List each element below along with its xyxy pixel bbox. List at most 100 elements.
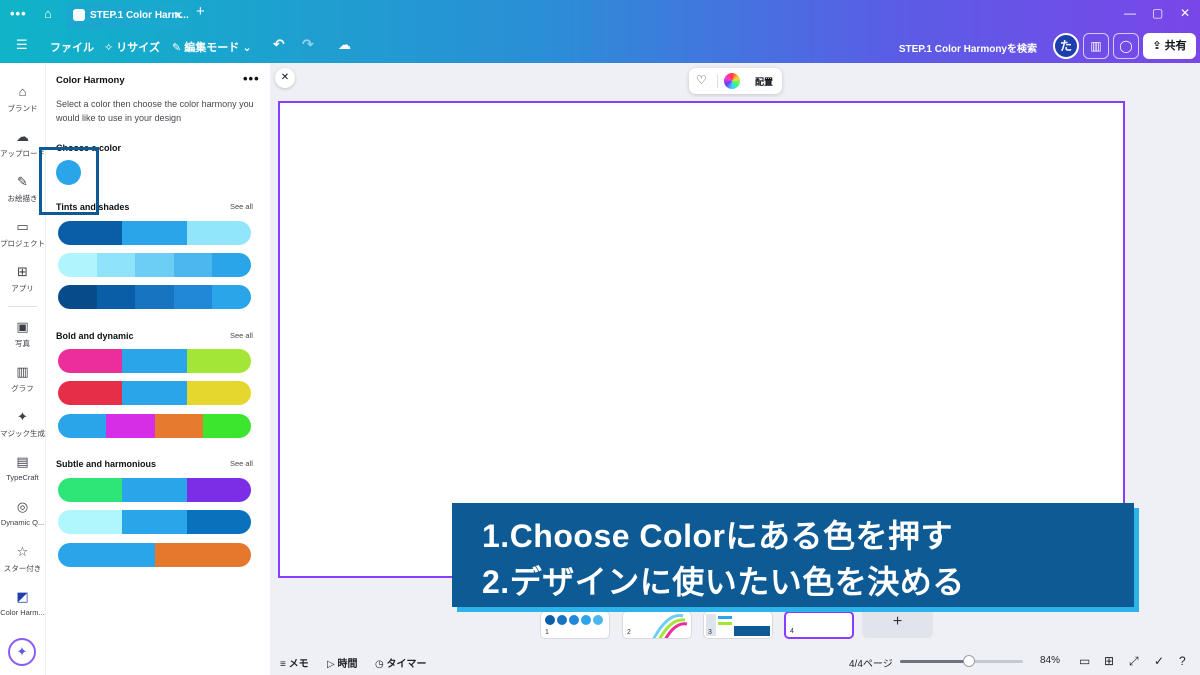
palette-swatch[interactable] [122,349,187,373]
timer-button[interactable]: ◷ タイマー [375,655,427,670]
palette-swatch[interactable] [58,414,107,438]
palette-swatch[interactable] [58,285,97,309]
dots-icon[interactable]: ••• [10,6,27,22]
insights-chart-icon[interactable]: ▥ [1083,33,1109,59]
palette-swatch[interactable] [154,543,251,567]
cloud-save-icon[interactable]: ☁ [338,37,351,53]
home-icon[interactable]: ⌂ [44,6,52,22]
palette-bold-1[interactable] [58,349,251,373]
palette-swatch[interactable] [154,414,203,438]
rail-item-projects[interactable]: ▭ プロジェクト [0,219,45,249]
add-page-button[interactable]: + [862,608,933,638]
palette-swatch[interactable] [173,285,213,309]
search-design-button[interactable]: STEP.1 Color Harmonyを検索 [899,40,1037,55]
palette-subtle-1[interactable] [58,478,251,502]
see-all-tints-link[interactable]: See all [230,202,253,211]
palette-bold-3[interactable] [58,414,251,438]
undo-icon[interactable]: ↶ [273,36,285,53]
rail-item-photos[interactable]: ▣ 写真 [0,319,45,349]
rail-item-dynamic-qr[interactable]: ◎ Dynamic Q... [0,499,45,527]
see-all-bold-link[interactable]: See all [230,331,253,340]
fullscreen-icon[interactable]: ⤢ [1129,654,1139,669]
comment-icon[interactable]: ◯ [1113,33,1139,59]
palette-swatch[interactable] [186,381,251,405]
palette-swatch[interactable] [58,381,123,405]
palette-swatch[interactable] [212,253,251,277]
palette-swatch[interactable] [106,414,155,438]
rail-item-charts[interactable]: ▥ グラフ [0,364,45,394]
palette-swatch[interactable] [135,253,174,277]
close-panel-icon[interactable]: ✕ [275,68,295,88]
page-number: 1 [545,629,549,636]
palette-swatch[interactable] [122,510,187,534]
page-thumbnail-4[interactable]: 4 [784,611,854,639]
rail-item-starred[interactable]: ☆ スター付き [0,544,45,574]
palette-swatch[interactable] [122,478,187,502]
notes-button[interactable]: ≡ メモ [280,655,309,670]
palette-swatch[interactable] [186,478,251,502]
maximize-icon[interactable]: ▢ [1152,6,1163,20]
minimize-icon[interactable]: — [1124,6,1136,20]
page-thumbnail-1[interactable]: 1 [540,611,610,639]
palette-tints-3[interactable] [58,285,251,309]
share-button[interactable]: ⇪ 共有 [1143,33,1196,59]
palette-swatch[interactable] [202,414,251,438]
palette-swatch[interactable] [173,253,213,277]
zoom-slider[interactable] [900,655,1023,667]
grid-view-icon[interactable]: ⊞ [1104,654,1114,668]
rail-item-brand[interactable]: ⌂ ブランド [0,84,45,114]
browser-tab[interactable]: STEP.1 Color Harm... ✕ [66,3,190,29]
canva-logo-icon [73,9,85,21]
redo-icon[interactable]: ↷ [302,36,314,53]
palette-bold-2[interactable] [58,381,251,405]
palette-swatch[interactable] [96,285,136,309]
upload-icon: ☁ [16,129,29,144]
palette-swatch[interactable] [186,349,251,373]
zoom-level[interactable]: 84% [1040,655,1060,666]
help-icon[interactable]: ? [1179,654,1186,668]
rail-item-apps[interactable]: ⊞ アプリ [0,264,45,294]
palette-swatch[interactable] [58,543,155,567]
see-all-subtle-link[interactable]: See all [230,459,253,468]
rail-item-magic-media[interactable]: ✦ マジック生成 [0,409,45,439]
palette-swatch[interactable] [212,285,251,309]
palette-swatch[interactable] [58,221,123,245]
page-thumbnail-2[interactable]: 2 [622,611,692,639]
palette-subtle-2[interactable] [58,510,251,534]
page-count[interactable]: 4/4ページ [849,655,893,670]
close-tab-icon[interactable]: ✕ [174,9,183,22]
new-tab-icon[interactable]: + [196,4,205,20]
rail-item-typecraft[interactable]: ▤ TypeCraft [0,454,45,482]
palette-tints-1[interactable] [58,221,251,245]
window-close-icon[interactable]: ✕ [1180,6,1190,20]
zoom-slider-handle[interactable] [962,655,975,667]
duration-button[interactable]: ▷ 時間 [327,655,357,670]
hamburger-icon[interactable]: ☰ [16,37,28,53]
palette-swatch[interactable] [58,510,123,534]
palette-swatch[interactable] [135,285,174,309]
more-options-icon[interactable]: ••• [243,71,260,86]
palette-swatch[interactable] [186,221,251,245]
magic-assistant-button[interactable]: ✦ [8,638,36,666]
color-harmony-icon: ◩ [16,589,29,604]
check-icon[interactable]: ✓ [1154,654,1164,668]
magic-edit-icon[interactable]: ♡ [696,73,707,87]
palette-subtle-3[interactable] [58,543,251,567]
palette-swatch[interactable] [122,381,187,405]
palette-swatch[interactable] [58,349,123,373]
palette-swatch[interactable] [58,253,97,277]
avatar[interactable]: た [1053,33,1079,59]
edit-mode-menu[interactable]: ✎ 編集モード ⌄ [172,39,252,55]
color-wheel-icon[interactable] [724,73,740,89]
palette-swatch[interactable] [122,221,187,245]
palette-swatch[interactable] [58,478,123,502]
pages-view-icon[interactable]: ▭ [1079,654,1090,668]
resize-menu[interactable]: ✧ リサイズ [104,39,160,55]
palette-tints-2[interactable] [58,253,251,277]
file-menu[interactable]: ファイル [50,39,94,55]
palette-swatch[interactable] [96,253,136,277]
position-button[interactable]: 配置 [755,75,773,88]
page-thumbnail-3[interactable]: 3 [703,611,773,639]
palette-swatch[interactable] [186,510,251,534]
rail-item-color-harmony[interactable]: ◩ Color Harm... [0,589,45,617]
